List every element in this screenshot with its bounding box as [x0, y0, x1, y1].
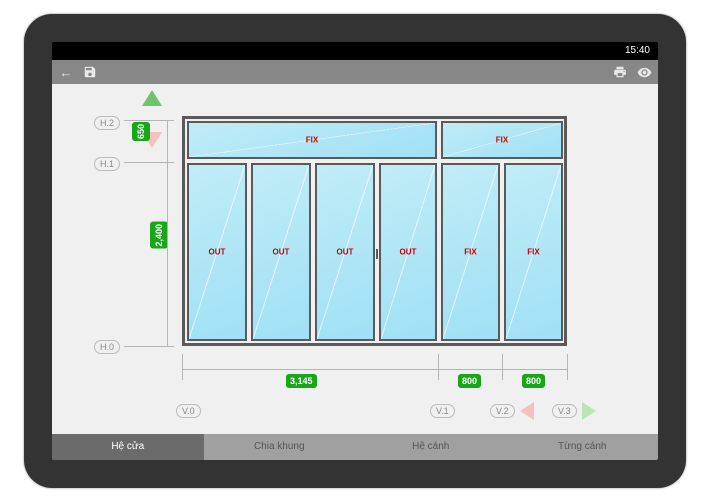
- door-handle: [376, 249, 378, 259]
- screen: 15:40 ← H.2 H.: [52, 42, 658, 460]
- h-tick: H.1: [94, 157, 120, 171]
- dim-height-top[interactable]: 650: [132, 122, 150, 141]
- arrow-right-icon[interactable]: [582, 402, 596, 420]
- panel-top-2[interactable]: FIX: [441, 121, 563, 159]
- status-bar: 15:40: [52, 42, 658, 60]
- eye-icon[interactable]: [636, 64, 652, 80]
- dim-width-r1[interactable]: 800: [458, 374, 481, 388]
- dim-width-r2[interactable]: 800: [522, 374, 545, 388]
- v-tick: V.1: [430, 404, 455, 418]
- h-tick: H.2: [94, 116, 120, 130]
- tab-tung-canh[interactable]: Từng cánh: [507, 434, 659, 460]
- app-toolbar: ←: [52, 60, 658, 84]
- save-icon[interactable]: [82, 64, 98, 80]
- panel-b4[interactable]: OUT: [379, 163, 437, 341]
- print-icon[interactable]: [612, 64, 628, 80]
- panel-b1[interactable]: OUT: [187, 163, 247, 341]
- panel-b2[interactable]: OUT: [251, 163, 311, 341]
- v-tick: V.0: [176, 404, 201, 418]
- tablet-frame: 15:40 ← H.2 H.: [24, 14, 686, 488]
- arrow-up-icon[interactable]: [142, 90, 162, 106]
- h-tick: H.0: [94, 340, 120, 354]
- drawing-canvas[interactable]: H.2 H.1 H.0 650 2,400 FIX FIX OUT OUT OU…: [52, 84, 658, 434]
- tab-chia-khung[interactable]: Chia khung: [204, 434, 356, 460]
- v-tick: V.2: [490, 404, 515, 418]
- panel-b3[interactable]: OUT: [315, 163, 375, 341]
- tab-he-cua[interactable]: Hệ cửa: [52, 434, 204, 460]
- panel-b6[interactable]: FIX: [504, 163, 563, 341]
- tab-he-canh[interactable]: Hệ cánh: [355, 434, 507, 460]
- panel-b5[interactable]: FIX: [441, 163, 500, 341]
- clock: 15:40: [625, 45, 650, 56]
- bottom-tabs: Hệ cửa Chia khung Hệ cánh Từng cánh: [52, 434, 658, 460]
- v-tick: V.3: [552, 404, 577, 418]
- panel-top-1[interactable]: FIX: [187, 121, 437, 159]
- arrow-left-icon[interactable]: [520, 402, 534, 420]
- window-frame[interactable]: FIX FIX OUT OUT OUT OUT FIX FIX: [182, 116, 567, 346]
- back-icon[interactable]: ←: [58, 64, 74, 80]
- dim-height-total[interactable]: 2,400: [150, 222, 168, 249]
- dim-width-main[interactable]: 3,145: [286, 374, 317, 388]
